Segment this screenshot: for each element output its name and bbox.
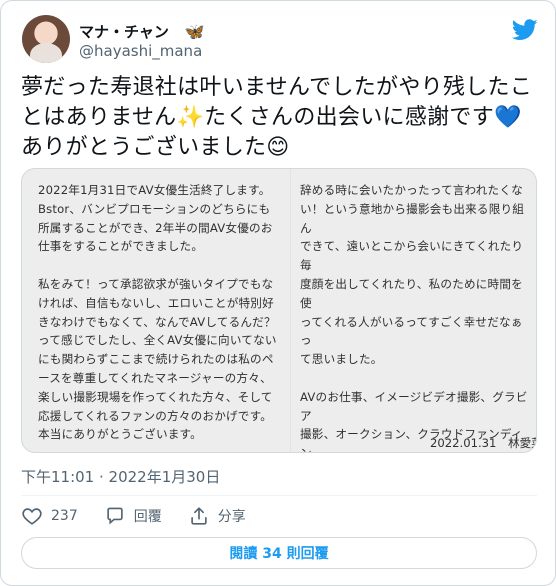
- reply-button[interactable]: 回覆: [104, 505, 162, 527]
- avatar[interactable]: [22, 15, 70, 63]
- display-name-text: マナ・チャン: [79, 23, 169, 41]
- column-divider: [290, 169, 291, 452]
- tweet-card: マナ・チャン 🦋 @hayashi_mana 夢だった寿退社は叶いませんでしたが…: [0, 0, 556, 586]
- letter-left-column: 2022年1月31日でAV女優生活終了します。 Bstor、バンビプロモーション…: [38, 183, 277, 442]
- butterfly-icon: 🦋: [184, 22, 205, 41]
- read-replies-label: 閱讀 34 則回覆: [229, 546, 329, 562]
- attached-image[interactable]: 2022年1月31日でAV女優生活終了します。 Bstor、バンビプロモーション…: [21, 168, 537, 453]
- reply-bubble-icon: [107, 507, 123, 525]
- reply-label: 回覆: [133, 509, 162, 525]
- twitter-bird-icon[interactable]: [512, 19, 538, 41]
- heart-icon: [22, 508, 42, 525]
- tweet-timestamp[interactable]: 下午11:01 · 2022年1月30日: [21, 466, 220, 487]
- tweet-text: 夢だった寿退社は叶いませんでしたがやり残したことはありません✨たくさんの出会いに…: [21, 75, 533, 160]
- share-label: 分享: [217, 509, 246, 525]
- action-bar: 237 回覆 分享: [21, 504, 272, 528]
- user-handle[interactable]: @hayashi_mana: [79, 42, 202, 60]
- display-name[interactable]: マナ・チャン 🦋: [79, 21, 205, 42]
- letter-right-column: 辞める時に会いたかったって言われたくな い！という意地から撮影会も出来る限り組ん…: [300, 183, 528, 452]
- letter-signature: 2022.01.31 林愛菜: [430, 436, 537, 450]
- read-replies-button[interactable]: 閱讀 34 則回覆: [21, 537, 537, 569]
- like-button[interactable]: 237: [21, 505, 78, 527]
- like-count: 237: [51, 508, 78, 524]
- share-button[interactable]: 分享: [188, 505, 246, 527]
- share-icon: [191, 507, 207, 525]
- divider: [21, 495, 537, 496]
